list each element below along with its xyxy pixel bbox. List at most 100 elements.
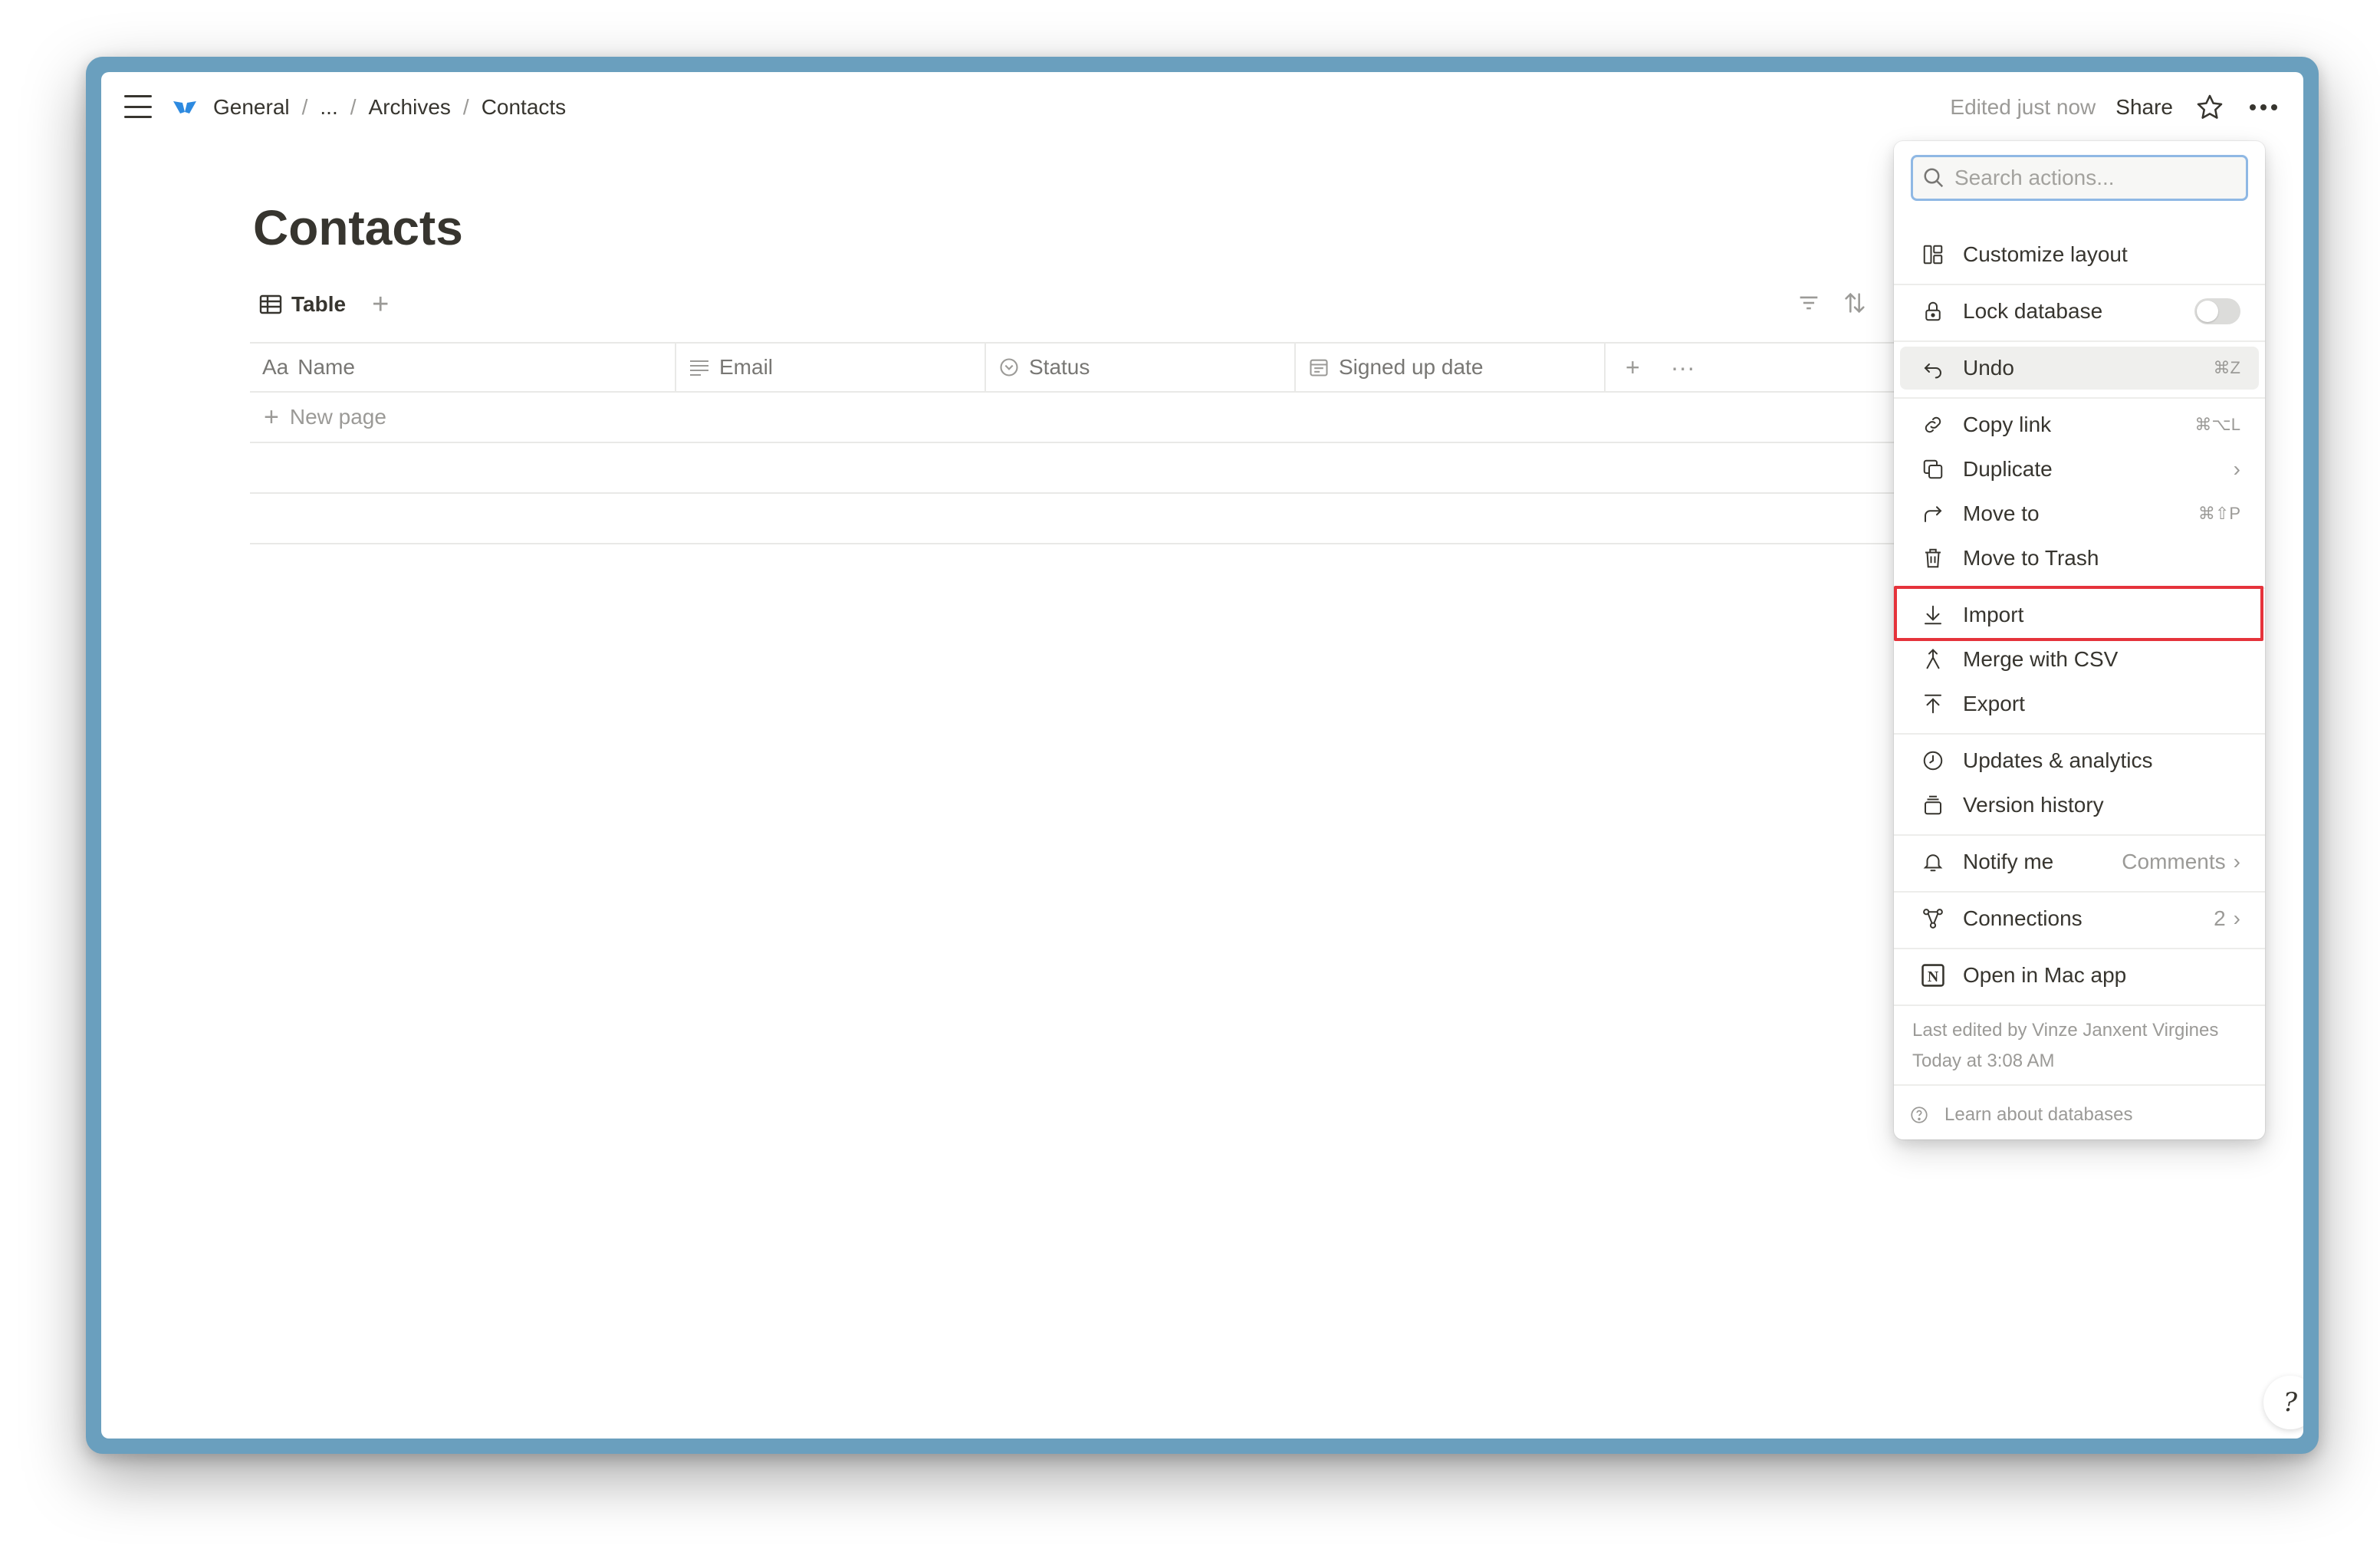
breadcrumb-ellipsis[interactable]: ... [315, 94, 342, 121]
sort-icon[interactable] [1842, 290, 1868, 316]
page-actions-menu: Customize layout Lock database Undo ⌘Z C… [1894, 141, 2265, 1139]
menu-item-export[interactable]: Export [1900, 682, 2259, 725]
top-bar: General / ... / Archives / Contacts Edit… [101, 72, 2303, 141]
connections-icon [1920, 906, 1946, 932]
undo-icon [1920, 355, 1946, 381]
menu-item-lock-database[interactable]: Lock database [1900, 290, 2259, 333]
breadcrumb-archives[interactable]: Archives [364, 94, 455, 121]
column-header-signed-up-date[interactable]: Signed up date [1296, 344, 1606, 391]
last-edited-by: Last edited by Vinze Janxent Virgines [1912, 1020, 2219, 1041]
svg-text:N: N [1928, 968, 1939, 985]
column-header-status[interactable]: Status [986, 344, 1296, 391]
column-more-icon[interactable]: ··· [1671, 353, 1695, 382]
calendar-icon [1310, 359, 1328, 376]
text-property-icon: Aa [262, 355, 289, 379]
connections-count: 2 [2214, 906, 2226, 930]
menu-item-label: Updates & analytics [1963, 748, 2153, 772]
menu-divider [1894, 587, 2265, 589]
filter-icon[interactable] [1796, 290, 1822, 316]
edited-status: Edited just now [1950, 95, 2096, 119]
menu-item-label: Copy link [1963, 413, 2052, 436]
menu-item-copy-link[interactable]: Copy link ⌘⌥L [1900, 403, 2259, 446]
new-page-row[interactable]: + New page [250, 393, 1921, 443]
menu-divider [1894, 891, 2265, 893]
menu-item-connections[interactable]: Connections 2 › [1900, 897, 2259, 940]
favorite-star-icon[interactable] [2193, 90, 2227, 124]
search-icon [1924, 168, 1944, 188]
menu-item-move-to[interactable]: Move to ⌘⇧P [1900, 492, 2259, 535]
page-title[interactable]: Contacts [253, 199, 463, 256]
shortcut-label: ⌘⇧P [2198, 504, 2240, 523]
menu-item-version-history[interactable]: Version history [1900, 784, 2259, 827]
add-property-icon[interactable]: + [1626, 353, 1640, 382]
menu-divider [1894, 1005, 2265, 1006]
more-options-icon[interactable] [2247, 90, 2280, 124]
table-row[interactable] [250, 494, 1921, 544]
menu-item-import[interactable]: Import [1900, 594, 2259, 636]
menu-item-duplicate[interactable]: Duplicate › [1900, 448, 2259, 491]
menu-divider [1894, 340, 2265, 342]
column-header-name[interactable]: Aa Name [250, 344, 676, 391]
search-actions-input[interactable] [1954, 166, 2246, 190]
column-label: Signed up date [1339, 355, 1484, 379]
lock-icon [1920, 298, 1946, 324]
share-button[interactable]: Share [2115, 95, 2173, 120]
table-row[interactable] [250, 443, 1921, 494]
breadcrumb-separator: / [301, 95, 308, 119]
chevron-right-icon: › [2233, 906, 2240, 930]
help-circle-icon [1911, 1106, 1928, 1123]
status-icon [1000, 358, 1018, 376]
trash-icon [1920, 545, 1946, 571]
menu-item-move-to-trash[interactable]: Move to Trash [1900, 537, 2259, 580]
chevron-right-icon: › [2233, 457, 2240, 481]
tab-table-view[interactable]: Table [259, 292, 346, 317]
learn-label: Learn about databases [1944, 1104, 2133, 1125]
merge-icon [1920, 646, 1946, 672]
table-icon [259, 294, 282, 314]
shortcut-label: ⌘Z [2213, 358, 2240, 377]
text-lines-icon [690, 360, 708, 376]
column-label: Email [719, 355, 774, 379]
view-tabs: Table + [259, 285, 389, 324]
menu-divider [1894, 733, 2265, 735]
notion-app-icon: N [1920, 962, 1946, 988]
breadcrumb-general[interactable]: General [209, 94, 294, 121]
lock-toggle[interactable] [2194, 298, 2240, 324]
table-header-row: Aa Name Email Status Signed up date + ··… [250, 342, 1921, 393]
column-header-email[interactable]: Email [676, 344, 986, 391]
sidebar-toggle-icon[interactable] [124, 95, 152, 118]
breadcrumb-separator: / [350, 95, 357, 119]
learn-about-databases-link[interactable]: Learn about databases [1909, 1104, 2133, 1126]
column-label: Status [1029, 355, 1090, 379]
menu-item-label: Move to [1963, 501, 2040, 525]
menu-item-merge-with-csv[interactable]: Merge with CSV [1900, 638, 2259, 681]
menu-item-updates-analytics[interactable]: Updates & analytics [1900, 739, 2259, 782]
menu-item-label: Version history [1963, 793, 2104, 817]
last-edited-time: Today at 3:08 AM [1912, 1051, 2055, 1071]
add-view-icon[interactable]: + [372, 290, 389, 319]
table-toolbar [1796, 290, 1868, 316]
menu-item-label: Move to Trash [1963, 546, 2099, 570]
tab-table-label: Table [291, 292, 347, 316]
top-right-actions: Edited just now Share [1950, 89, 2280, 126]
search-actions-field[interactable] [1911, 155, 2248, 201]
menu-item-open-in-mac-app[interactable]: N Open in Mac app [1900, 954, 2259, 997]
notify-value: Comments [2122, 850, 2226, 873]
column-label: Name [298, 355, 355, 379]
menu-divider [1894, 397, 2265, 399]
menu-item-label: Notify me [1963, 850, 2054, 873]
help-icon[interactable]: ? [2263, 1376, 2303, 1429]
menu-divider [1894, 284, 2265, 285]
menu-item-label: Duplicate [1963, 457, 2053, 481]
workspace-logo-icon [173, 101, 196, 113]
duplicate-icon [1920, 456, 1946, 482]
menu-item-undo[interactable]: Undo ⌘Z [1900, 347, 2259, 390]
breadcrumb-contacts[interactable]: Contacts [477, 94, 571, 121]
clock-icon [1920, 748, 1946, 774]
menu-item-customize-layout[interactable]: Customize layout [1900, 233, 2259, 276]
plus-icon: + [264, 402, 279, 432]
menu-divider [1894, 834, 2265, 836]
new-page-label: New page [289, 405, 386, 429]
menu-item-notify-me[interactable]: Notify me Comments › [1900, 840, 2259, 883]
menu-item-label: Customize layout [1963, 242, 2128, 266]
